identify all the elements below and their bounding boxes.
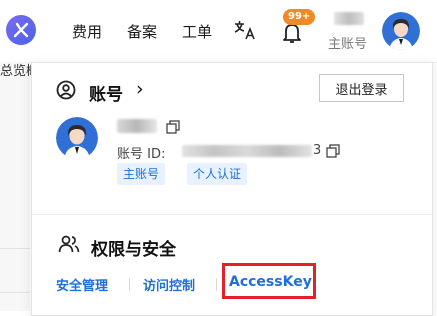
account-dropdown-panel: 账号 › 退出登录 账号 ID: 3 主账号 个人认证 权限与安全 安全管理 访… <box>31 62 433 316</box>
account-id-redacted <box>182 145 312 157</box>
tag-main-account: 主账号 <box>117 163 166 185</box>
avatar[interactable] <box>382 12 420 50</box>
sparkle-icon <box>13 22 29 38</box>
users-icon <box>58 234 80 258</box>
nav-tickets[interactable]: 工单 <box>182 21 212 42</box>
tag-personal-verification[interactable]: 个人认证 <box>187 163 248 185</box>
chevron-right-icon[interactable]: › <box>136 78 144 100</box>
notification-count-badge: 99+ <box>283 9 316 25</box>
top-navigation-bar: 费用 备案 工单 99+ 主账号 <box>0 0 437 63</box>
link-security-management[interactable]: 安全管理 <box>56 275 108 294</box>
background-divider <box>0 292 30 293</box>
section-divider <box>32 214 432 215</box>
background-divider <box>0 248 30 249</box>
logout-button[interactable]: 退出登录 <box>319 74 404 102</box>
link-separator <box>216 278 217 291</box>
copy-icon[interactable] <box>166 119 180 138</box>
link-access-control[interactable]: 访问控制 <box>143 275 195 294</box>
notification-bell-icon[interactable] <box>281 21 303 49</box>
translate-icon[interactable] <box>233 18 257 46</box>
background-page <box>0 62 30 311</box>
link-separator <box>129 278 130 291</box>
user-role-label: 主账号 <box>328 37 368 52</box>
security-section-title: 权限与安全 <box>91 240 176 260</box>
account-section-title[interactable]: 账号 <box>89 80 123 105</box>
avatar <box>56 117 98 159</box>
account-id-label: 账号 ID: <box>117 147 166 162</box>
copy-icon[interactable] <box>326 143 340 162</box>
nav-fees[interactable]: 费用 <box>72 21 102 42</box>
username-redacted <box>334 12 364 25</box>
account-id-suffix: 3 <box>313 143 322 158</box>
account-name-redacted <box>117 119 157 133</box>
logo-icon[interactable] <box>6 15 36 45</box>
nav-icp-filing[interactable]: 备案 <box>127 21 157 42</box>
accesskey-highlight-box <box>222 263 316 299</box>
account-circle-icon <box>56 80 76 104</box>
